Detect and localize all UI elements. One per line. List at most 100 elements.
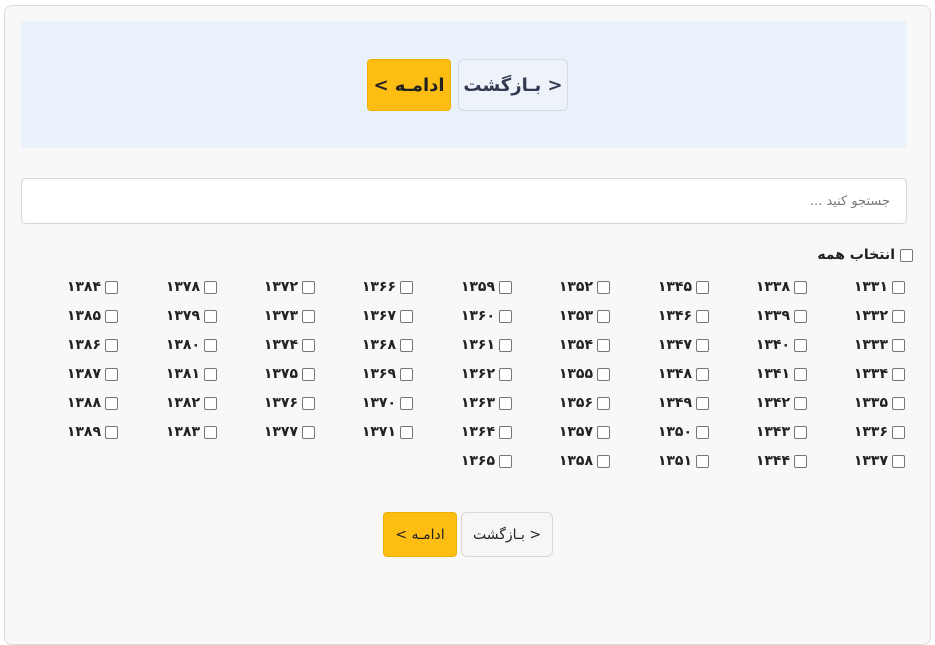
year-checkbox[interactable] [302, 425, 315, 439]
back-button-bottom[interactable]: < بـازگشت [461, 512, 553, 557]
select-all-option[interactable]: انتخاب همه [817, 246, 913, 264]
year-option[interactable]: ۱۳۸۹ [67, 423, 118, 441]
year-checkbox[interactable] [794, 396, 807, 410]
year-checkbox[interactable] [597, 367, 610, 381]
year-checkbox[interactable] [204, 338, 217, 352]
year-checkbox[interactable] [302, 396, 315, 410]
year-option[interactable]: ۱۳۵۴ [559, 336, 610, 354]
year-checkbox[interactable] [400, 280, 413, 294]
year-option[interactable]: ۱۳۳۳ [854, 336, 905, 354]
year-checkbox[interactable] [302, 280, 315, 294]
year-checkbox[interactable] [499, 280, 512, 294]
year-option[interactable]: ۱۳۳۶ [854, 423, 905, 441]
year-option[interactable]: ۱۳۴۳ [756, 423, 807, 441]
year-option[interactable]: ۱۳۸۵ [67, 307, 118, 325]
year-option[interactable]: ۱۳۴۵ [658, 278, 709, 296]
year-option[interactable]: ۱۳۴۶ [658, 307, 709, 325]
year-checkbox[interactable] [892, 425, 905, 439]
year-option[interactable]: ۱۳۸۳ [166, 423, 217, 441]
year-checkbox[interactable] [696, 425, 709, 439]
year-checkbox[interactable] [400, 425, 413, 439]
year-checkbox[interactable] [696, 396, 709, 410]
year-option[interactable]: ۱۳۶۶ [362, 278, 413, 296]
year-checkbox[interactable] [204, 367, 217, 381]
year-checkbox[interactable] [696, 338, 709, 352]
year-checkbox[interactable] [696, 280, 709, 294]
year-option[interactable]: ۱۳۶۳ [461, 394, 512, 412]
year-checkbox[interactable] [892, 396, 905, 410]
year-option[interactable]: ۱۳۸۸ [67, 394, 118, 412]
year-option[interactable]: ۱۳۵۸ [559, 452, 610, 470]
year-checkbox[interactable] [105, 280, 118, 294]
year-checkbox[interactable] [597, 454, 610, 468]
year-option[interactable]: ۱۳۴۲ [756, 394, 807, 412]
year-option[interactable]: ۱۳۵۳ [559, 307, 610, 325]
year-option[interactable]: ۱۳۴۷ [658, 336, 709, 354]
year-checkbox[interactable] [597, 425, 610, 439]
year-option[interactable]: ۱۳۷۲ [264, 278, 315, 296]
search-input[interactable] [21, 178, 907, 224]
year-checkbox[interactable] [794, 454, 807, 468]
year-checkbox[interactable] [499, 367, 512, 381]
year-option[interactable]: ۱۳۷۸ [166, 278, 217, 296]
year-checkbox[interactable] [105, 367, 118, 381]
year-checkbox[interactable] [892, 338, 905, 352]
year-checkbox[interactable] [794, 309, 807, 323]
year-option[interactable]: ۱۳۴۰ [756, 336, 807, 354]
year-option[interactable]: ۱۳۶۵ [461, 452, 512, 470]
year-checkbox[interactable] [302, 309, 315, 323]
year-option[interactable]: ۱۳۵۰ [658, 423, 709, 441]
select-all-checkbox[interactable] [900, 248, 913, 262]
back-button-top[interactable]: < بـازگشت [458, 59, 568, 111]
year-option[interactable]: ۱۳۷۶ [264, 394, 315, 412]
year-checkbox[interactable] [499, 454, 512, 468]
continue-button-top[interactable]: ادامـه > [367, 59, 451, 111]
year-option[interactable]: ۱۳۶۴ [461, 423, 512, 441]
year-checkbox[interactable] [400, 338, 413, 352]
year-checkbox[interactable] [499, 338, 512, 352]
year-option[interactable]: ۱۳۷۳ [264, 307, 315, 325]
year-checkbox[interactable] [794, 338, 807, 352]
year-option[interactable]: ۱۳۳۵ [854, 394, 905, 412]
year-checkbox[interactable] [892, 309, 905, 323]
year-checkbox[interactable] [597, 396, 610, 410]
year-checkbox[interactable] [892, 280, 905, 294]
year-option[interactable]: ۱۳۸۴ [67, 278, 118, 296]
year-option[interactable]: ۱۳۶۱ [461, 336, 512, 354]
year-option[interactable]: ۱۳۶۲ [461, 365, 512, 383]
year-option[interactable]: ۱۳۴۸ [658, 365, 709, 383]
year-option[interactable]: ۱۳۸۲ [166, 394, 217, 412]
year-option[interactable]: ۱۳۴۱ [756, 365, 807, 383]
year-option[interactable]: ۱۳۷۹ [166, 307, 217, 325]
year-option[interactable]: ۱۳۸۱ [166, 365, 217, 383]
year-option[interactable]: ۱۳۶۰ [461, 307, 512, 325]
year-checkbox[interactable] [696, 367, 709, 381]
year-option[interactable]: ۱۳۷۰ [362, 394, 413, 412]
year-option[interactable]: ۱۳۴۴ [756, 452, 807, 470]
year-option[interactable]: ۱۳۷۴ [264, 336, 315, 354]
year-checkbox[interactable] [105, 425, 118, 439]
year-checkbox[interactable] [499, 309, 512, 323]
year-checkbox[interactable] [794, 280, 807, 294]
year-option[interactable]: ۱۳۵۲ [559, 278, 610, 296]
year-option[interactable]: ۱۳۷۱ [362, 423, 413, 441]
year-option[interactable]: ۱۳۶۷ [362, 307, 413, 325]
year-checkbox[interactable] [597, 280, 610, 294]
year-option[interactable]: ۱۳۵۵ [559, 365, 610, 383]
year-option[interactable]: ۱۳۵۶ [559, 394, 610, 412]
year-option[interactable]: ۱۳۳۹ [756, 307, 807, 325]
year-checkbox[interactable] [892, 454, 905, 468]
year-checkbox[interactable] [597, 309, 610, 323]
year-checkbox[interactable] [400, 309, 413, 323]
year-option[interactable]: ۱۳۶۹ [362, 365, 413, 383]
year-option[interactable]: ۱۳۸۶ [67, 336, 118, 354]
year-checkbox[interactable] [204, 309, 217, 323]
year-checkbox[interactable] [499, 396, 512, 410]
year-checkbox[interactable] [105, 309, 118, 323]
year-checkbox[interactable] [105, 396, 118, 410]
year-checkbox[interactable] [400, 396, 413, 410]
continue-button-bottom[interactable]: ادامـه > [383, 512, 457, 557]
year-option[interactable]: ۱۳۳۱ [854, 278, 905, 296]
year-option[interactable]: ۱۳۳۷ [854, 452, 905, 470]
year-checkbox[interactable] [597, 338, 610, 352]
